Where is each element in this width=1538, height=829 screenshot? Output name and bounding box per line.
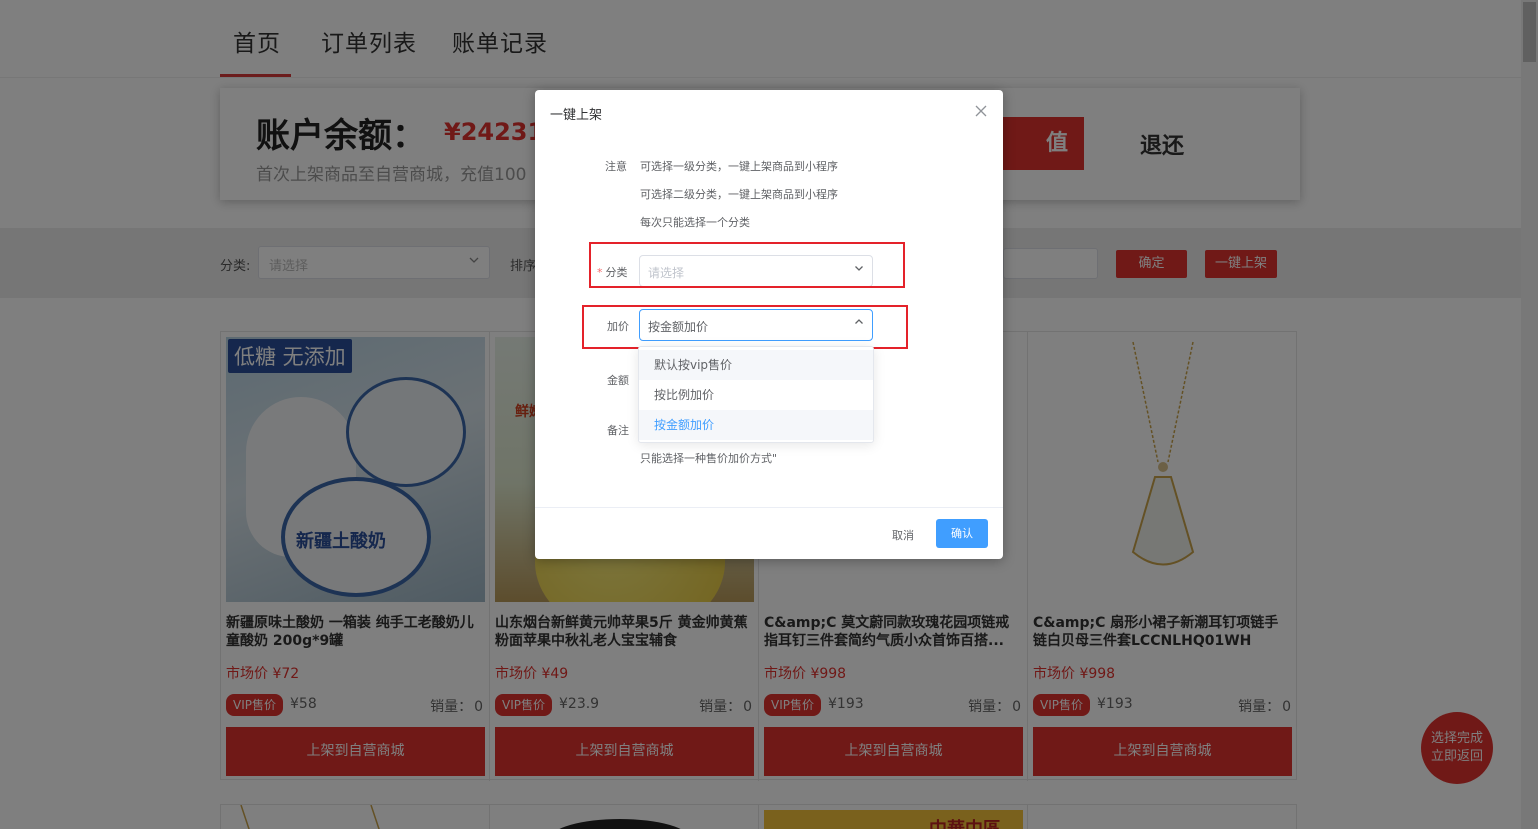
note-line: 可选择一级分类，一键上架商品到小程序 xyxy=(640,160,838,173)
amount-label: 金额 xyxy=(607,374,629,387)
dropdown-option-ratio[interactable]: 按比例加价 xyxy=(639,380,873,410)
dropdown-option-amount[interactable]: 按金额加价 xyxy=(639,410,873,440)
markup-tip: 只能选择一种售价加价方式" xyxy=(640,452,778,465)
dialog-title: 一键上架 xyxy=(550,108,603,123)
cancel-button[interactable]: 取消 xyxy=(892,527,914,543)
dialog-footer-divider xyxy=(535,507,1003,508)
remark-label: 备注 xyxy=(607,424,629,437)
highlight-box-category xyxy=(589,242,905,288)
close-icon[interactable] xyxy=(975,102,987,121)
confirm-button[interactable]: 确认 xyxy=(936,519,988,548)
highlight-box-markup xyxy=(582,305,908,349)
onekey-list-dialog: 一键上架 注意 可选择一级分类，一键上架商品到小程序 可选择二级分类，一键上架商… xyxy=(535,90,1003,559)
note-line: 每次只能选择一个分类 xyxy=(640,216,750,229)
note-label: 注意 xyxy=(605,160,627,173)
dropdown-option-default-vip[interactable]: 默认按vip售价 xyxy=(639,350,873,380)
markup-dropdown: 默认按vip售价 按比例加价 按金额加价 xyxy=(638,346,874,443)
note-line: 可选择二级分类，一键上架商品到小程序 xyxy=(640,188,838,201)
